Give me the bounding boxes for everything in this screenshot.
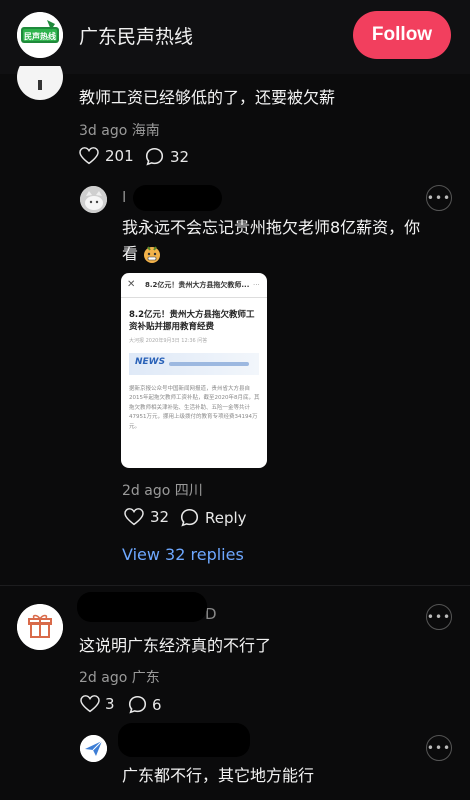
comment-meta: 3d ago 海南 bbox=[79, 120, 160, 140]
channel-avatar[interactable]: 民声热线 bbox=[17, 12, 63, 58]
reply-count: 6 bbox=[152, 695, 162, 714]
view-replies-link[interactable]: View 32 replies bbox=[122, 545, 244, 564]
username[interactable]: I bbox=[122, 188, 126, 206]
like-count: 3 bbox=[105, 695, 115, 713]
more-options-icon[interactable]: ••• bbox=[426, 604, 452, 630]
channel-logo-icon: 民声热线 bbox=[17, 12, 63, 58]
commenter-avatar[interactable] bbox=[80, 186, 107, 213]
commenter-avatar[interactable] bbox=[17, 604, 63, 650]
heart-icon bbox=[79, 147, 99, 165]
comment-text: 这说明广东经济真的不行了 bbox=[79, 636, 272, 655]
commenter-avatar[interactable] bbox=[80, 735, 107, 762]
cat-avatar-icon bbox=[80, 186, 107, 213]
comment-text: 教师工资已经够低的了，还要被欠薪 bbox=[79, 88, 336, 107]
like-button[interactable]: 201 bbox=[79, 147, 134, 165]
commenter-avatar[interactable] bbox=[17, 66, 63, 100]
more-options-icon[interactable]: ••• bbox=[426, 735, 452, 761]
attached-image[interactable]: ✕ 8.2亿元！贵州大方县拖欠教师... ··· 8.2亿元！贵州大方县拖欠教师… bbox=[121, 273, 267, 468]
more-options-icon[interactable]: ••• bbox=[426, 185, 452, 211]
comment-text-line1: 我永远不会忘记贵州拖欠老师8亿薪资，你 bbox=[122, 218, 421, 237]
comment-meta: 2d ago 广东 bbox=[79, 667, 160, 687]
redacted-username bbox=[118, 723, 250, 757]
comment-bubble-icon bbox=[180, 508, 199, 527]
comment-location: 广东 bbox=[131, 670, 160, 686]
comment-location: 四川 bbox=[174, 483, 203, 499]
comment-text-line2-text: 看 bbox=[122, 244, 139, 263]
image-topbar: ✕ 8.2亿元！贵州大方县拖欠教师... ··· bbox=[121, 273, 267, 298]
reply-count: 32 bbox=[170, 147, 190, 166]
like-button[interactable]: 32 bbox=[124, 508, 169, 526]
paper-plane-icon bbox=[80, 735, 107, 762]
comment-location: 海南 bbox=[131, 123, 160, 139]
heart-icon bbox=[124, 508, 144, 526]
comment-time: 2d ago bbox=[79, 670, 128, 686]
image-topbar-title: 8.2亿元！贵州大方县拖欠教师... bbox=[145, 281, 250, 289]
follow-button[interactable]: Follow bbox=[353, 11, 451, 59]
reply-button[interactable]: Reply bbox=[180, 508, 247, 527]
image-news-banner: NEWS bbox=[129, 353, 259, 375]
channel-title[interactable]: 广东民声热线 bbox=[79, 22, 193, 49]
redacted-username bbox=[77, 592, 207, 622]
comment-time: 3d ago bbox=[79, 123, 128, 139]
comment-text: 广东都不行，其它地方能行 bbox=[122, 766, 315, 785]
comment-time: 2d ago bbox=[122, 483, 171, 499]
like-button[interactable]: 3 bbox=[80, 695, 115, 713]
avatar-icon bbox=[17, 66, 63, 100]
reply-label: Reply bbox=[205, 508, 247, 527]
divider bbox=[0, 585, 470, 586]
gift-icon bbox=[17, 604, 63, 650]
close-icon: ✕ bbox=[127, 279, 136, 290]
image-more-icon: ··· bbox=[253, 281, 260, 289]
grimace-emoji-icon bbox=[144, 246, 161, 263]
heart-icon bbox=[80, 695, 100, 713]
news-logo-icon: NEWS bbox=[135, 357, 166, 367]
like-count: 201 bbox=[105, 147, 134, 165]
image-article-meta: 大河报 2020年9月3日 12:36 问答 bbox=[129, 338, 208, 344]
comment-bubble-icon bbox=[128, 695, 147, 714]
banner-strip bbox=[169, 362, 249, 366]
image-article-title: 8.2亿元！贵州大方县拖欠教师工资补贴并挪用教育经费 bbox=[129, 310, 255, 332]
reply-count-button[interactable]: 32 bbox=[145, 147, 189, 166]
image-article-body: 据新京报公众号中国新闻网报道，贵州省大方县自2015年起拖欠教师工资补贴，截至2… bbox=[129, 386, 260, 430]
svg-text:民声热线: 民声热线 bbox=[24, 31, 56, 41]
redacted-username bbox=[133, 185, 222, 211]
comment-text-line2: 看 bbox=[122, 240, 162, 268]
comment-bubble-icon bbox=[145, 147, 164, 166]
comment-meta: 2d ago 四川 bbox=[122, 480, 203, 500]
like-count: 32 bbox=[150, 508, 170, 526]
reply-count-button[interactable]: 6 bbox=[128, 695, 162, 714]
header-bar: 民声热线 广东民声热线 Follow bbox=[0, 0, 470, 74]
